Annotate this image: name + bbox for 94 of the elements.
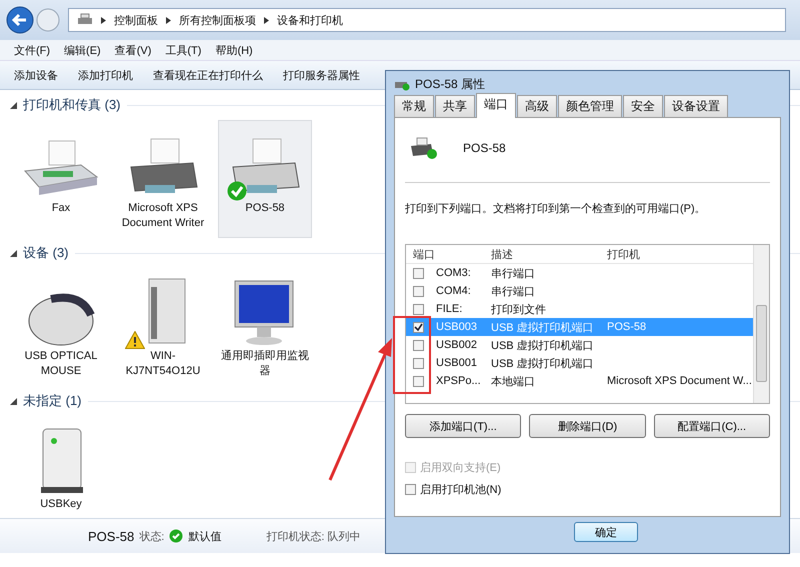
port-printer: Microsoft XPS Document W...	[606, 375, 752, 387]
port-name: USB003	[436, 321, 477, 333]
port-row[interactable]: USB002 USB 虚拟打印机端口	[406, 336, 769, 354]
tab[interactable]: 安全	[623, 95, 663, 117]
device-label: 通用即插即用监视器	[221, 349, 309, 379]
column-header[interactable]: 端口	[406, 246, 491, 262]
device-tile[interactable]: Microsoft XPS Document Writer	[116, 120, 210, 238]
menu-item[interactable]: 查看(V)	[114, 42, 152, 58]
port-name: USB002	[436, 339, 477, 351]
breadcrumb[interactable]: 控制面板	[114, 12, 158, 28]
toolbar-button[interactable]: 添加打印机	[78, 68, 133, 82]
menu-item[interactable]: 文件(F)	[14, 42, 50, 58]
tab[interactable]: 颜色管理	[558, 95, 622, 117]
device-tile[interactable]: Fax	[14, 120, 108, 238]
port-row[interactable]: USB001 USB 虚拟打印机端口	[406, 354, 769, 372]
expand-icon[interactable]	[10, 398, 17, 404]
device-tile[interactable]: USB OPTICAL MOUSE	[14, 268, 108, 386]
checkbox[interactable]	[413, 286, 424, 296]
device-tile[interactable]: WIN-KJ7NT54O12U	[116, 268, 210, 386]
group-header[interactable]: 未指定 (1)	[23, 392, 82, 410]
checkbox[interactable]	[413, 340, 424, 350]
checkbox[interactable]	[413, 376, 424, 386]
checkbox[interactable]	[413, 358, 424, 368]
chevron-icon	[101, 16, 106, 24]
port-description: USB 虚拟打印机端口	[491, 338, 595, 352]
device-tile[interactable]: 通用即插即用监视器	[218, 268, 312, 386]
back-button[interactable]	[6, 6, 34, 34]
chevron-icon	[166, 16, 171, 24]
port-button[interactable]: 添加端口(T)...	[405, 414, 522, 438]
printer-icon	[409, 136, 439, 160]
port-row[interactable]: COM4: 串行端口	[406, 282, 769, 300]
status-label: 状态:	[139, 530, 164, 544]
device-name: POS-58	[88, 528, 134, 544]
check-icon	[169, 529, 184, 543]
chevron-icon	[264, 16, 269, 24]
checkbox[interactable]	[413, 304, 424, 314]
device-label: USBKey	[40, 497, 82, 512]
port-description: 串行端口	[491, 266, 536, 280]
printer-name: POS-58	[463, 141, 506, 155]
column-header[interactable]: 打印机	[603, 246, 640, 262]
menu-item[interactable]: 工具(T)	[165, 42, 202, 58]
port-name: FILE:	[436, 303, 462, 315]
instruction-text: 打印到下列端口。文档将打印到第一个检查到的可用端口(P)。	[405, 202, 707, 216]
device-label: WIN-KJ7NT54O12U	[124, 349, 202, 379]
port-name: XPSPo...	[436, 375, 481, 387]
checkbox[interactable]	[413, 322, 424, 332]
port-description: 打印到文件	[491, 302, 547, 316]
device-label: USB OPTICAL MOUSE	[24, 349, 98, 379]
dialog-title: POS-58 属性	[415, 76, 486, 92]
printer-status: 打印机状态: 队列中	[266, 530, 360, 544]
group-header[interactable]: 打印机和传真 (3)	[23, 96, 120, 114]
tab[interactable]: 共享	[435, 95, 475, 117]
tab[interactable]: 高级	[517, 95, 557, 117]
status-value: 默认值	[188, 530, 222, 544]
port-description: USB 虚拟打印机端口	[491, 320, 595, 334]
expand-icon[interactable]	[10, 250, 17, 256]
port-row[interactable]: XPSPo... 本地端口 Microsoft XPS Document W...	[406, 372, 769, 390]
checkbox[interactable]	[413, 268, 424, 278]
group-header[interactable]: 设备 (3)	[23, 244, 68, 262]
checkbox[interactable]	[405, 484, 416, 494]
port-name: USB001	[436, 357, 477, 369]
port-row[interactable]: COM3: 串行端口	[406, 264, 769, 282]
breadcrumb[interactable]: 所有控制面板项	[179, 12, 256, 28]
device-label: Microsoft XPS Document Writer	[120, 201, 206, 231]
device-tile[interactable]: USBKey	[14, 416, 108, 519]
port-row[interactable]: FILE: 打印到文件	[406, 300, 769, 318]
column-header[interactable]: 描述	[491, 246, 603, 262]
breadcrumb[interactable]: 设备和打印机	[277, 12, 343, 28]
menu-item[interactable]: 帮助(H)	[215, 42, 253, 58]
device-label: Fax	[52, 201, 70, 216]
port-description: 本地端口	[491, 374, 536, 388]
port-printer: POS-58	[606, 321, 646, 333]
expand-icon[interactable]	[10, 102, 17, 108]
port-description: 串行端口	[491, 284, 536, 298]
device-label: POS-58	[245, 201, 285, 216]
ok-button[interactable]: 确定	[574, 522, 638, 542]
toolbar-button[interactable]: 添加设备	[14, 68, 58, 82]
option-label: 启用打印机池(N)	[420, 482, 502, 496]
port-description: USB 虚拟打印机端口	[491, 356, 595, 370]
tab[interactable]: 常规	[394, 95, 434, 117]
printer-icon	[77, 13, 93, 27]
port-name: COM4:	[436, 285, 471, 297]
option-label: 启用双向支持(E)	[420, 460, 501, 474]
port-name: COM3:	[436, 267, 471, 279]
toolbar-button[interactable]: 打印服务器属性	[283, 68, 360, 82]
tab[interactable]: 端口	[476, 93, 516, 118]
port-button[interactable]: 删除端口(D)	[529, 414, 646, 438]
address-bar[interactable]: 控制面板 所有控制面板项 设备和打印机	[68, 8, 786, 32]
port-button[interactable]: 配置端口(C)...	[654, 414, 770, 438]
tab[interactable]: 设备设置	[664, 95, 728, 117]
device-tile[interactable]: POS-58	[218, 120, 312, 238]
toolbar-button[interactable]: 查看现在正在打印什么	[153, 68, 263, 82]
scrollbar[interactable]	[753, 245, 769, 403]
menu-item[interactable]: 编辑(E)	[64, 42, 101, 58]
